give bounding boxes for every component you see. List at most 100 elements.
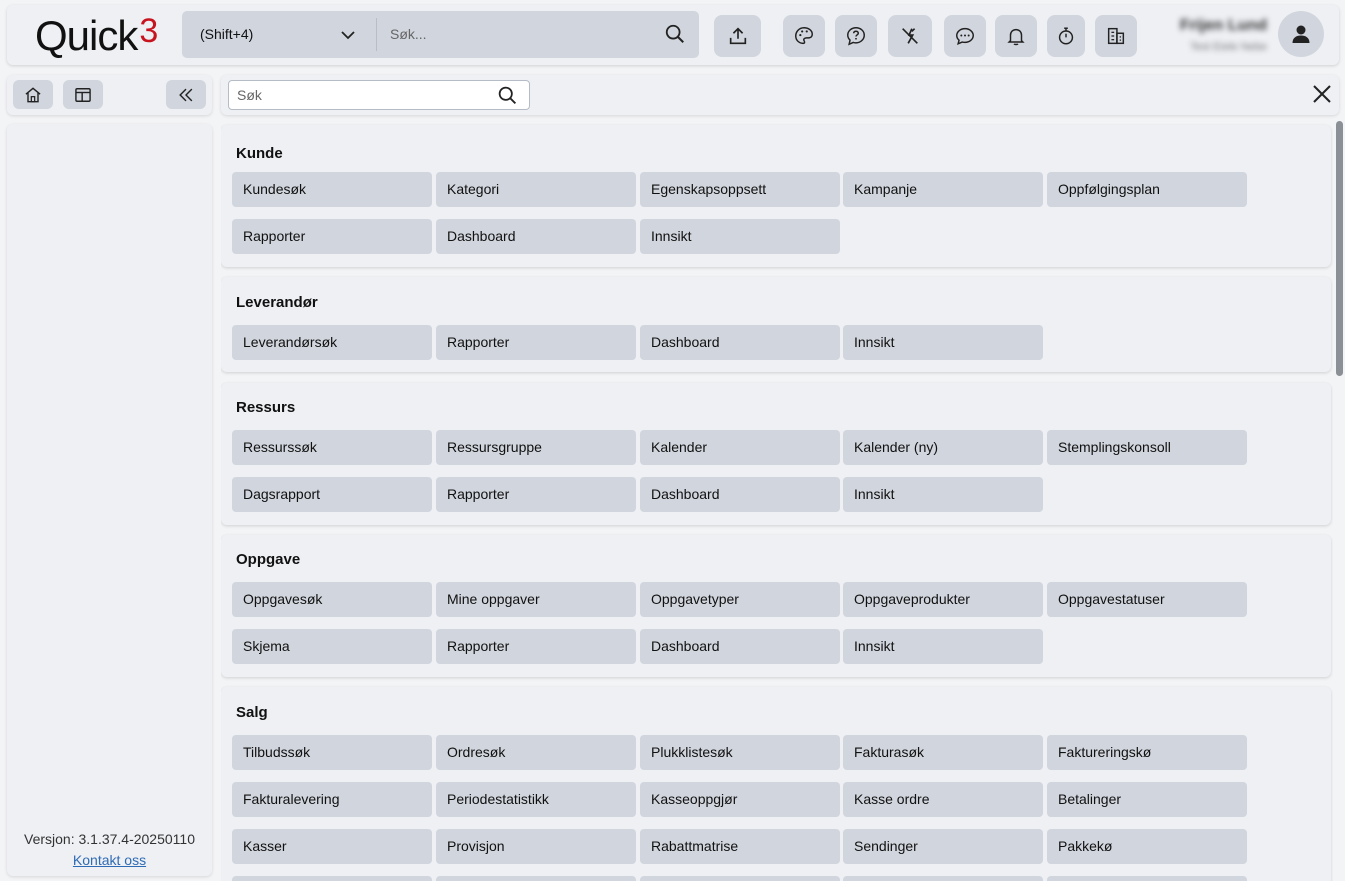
menu-tile[interactable]: Betalinger bbox=[1047, 782, 1247, 817]
logo-text: Quick bbox=[35, 12, 138, 59]
chevron-down-icon[interactable] bbox=[340, 27, 356, 43]
section-title: Kunde bbox=[236, 145, 283, 162]
menu-tile[interactable]: Kasser bbox=[232, 829, 432, 864]
collapse-sidebar-button[interactable] bbox=[166, 80, 206, 109]
menu-tile[interactable]: Innsikt bbox=[843, 477, 1043, 512]
top-bar: Quick3 (Shift+4) Søk... Frijen Lund Test… bbox=[7, 5, 1339, 65]
menu-tile[interactable] bbox=[436, 876, 636, 881]
menu-tile[interactable]: Dashboard bbox=[436, 219, 636, 254]
menu-tile[interactable]: Periodestatistikk bbox=[436, 782, 636, 817]
layout-panel-icon bbox=[75, 87, 91, 102]
menu-tile[interactable]: Ressurssøk bbox=[232, 430, 432, 465]
menu-header: Søk bbox=[221, 75, 1339, 115]
disconnect-button[interactable] bbox=[888, 15, 932, 57]
user-icon bbox=[1292, 25, 1310, 43]
menu-tile[interactable]: Egenskapsoppsett bbox=[640, 172, 840, 207]
menu-search-input[interactable]: Søk bbox=[228, 80, 530, 110]
menu-content: Kunde Kundesøk Kategori Egenskapsoppsett… bbox=[221, 121, 1333, 881]
sidebar-toolbar bbox=[7, 75, 212, 115]
menu-tile[interactable]: Dashboard bbox=[640, 325, 840, 360]
menu-tile[interactable]: Kasse ordre bbox=[843, 782, 1043, 817]
version-label: Versjon: 3.1.37.4-20250110 bbox=[24, 831, 195, 847]
unplug-icon bbox=[902, 28, 918, 44]
menu-tile[interactable]: Oppgavestatuser bbox=[1047, 582, 1247, 617]
quick3-logo[interactable]: Quick3 bbox=[35, 12, 158, 62]
sidebar: Versjon: 3.1.37.4-20250110 Kontakt oss bbox=[7, 124, 212, 876]
menu-tile[interactable]: Leverandørsøk bbox=[232, 325, 432, 360]
menu-tile[interactable]: Faktureringskø bbox=[1047, 735, 1247, 770]
section-title: Ressurs bbox=[236, 399, 296, 416]
menu-tile[interactable]: Innsikt bbox=[843, 325, 1043, 360]
menu-tile[interactable]: Provisjon bbox=[436, 829, 636, 864]
logo-superscript: 3 bbox=[139, 12, 158, 50]
section-title: Oppgave bbox=[236, 551, 301, 568]
menu-tile[interactable]: Rapporter bbox=[436, 477, 636, 512]
home-icon bbox=[25, 86, 41, 102]
home-button[interactable] bbox=[13, 80, 53, 109]
avatar[interactable] bbox=[1278, 11, 1324, 57]
section-title: Salg bbox=[236, 704, 268, 721]
menu-tile[interactable]: Dashboard bbox=[640, 629, 840, 664]
menu-tile[interactable]: Fakturalevering bbox=[232, 782, 432, 817]
timer-button[interactable] bbox=[1047, 15, 1085, 57]
menu-tile[interactable]: Rapporter bbox=[436, 325, 636, 360]
chat-icon bbox=[956, 27, 974, 46]
menu-tile[interactable]: Plukklistesøk bbox=[640, 735, 840, 770]
chat-button[interactable] bbox=[944, 15, 986, 57]
menu-tile[interactable] bbox=[843, 876, 1043, 881]
menu-tile[interactable]: Ordresøk bbox=[436, 735, 636, 770]
user-name: Frijen Lund bbox=[1179, 17, 1267, 34]
menu-tile[interactable]: Dashboard bbox=[640, 477, 840, 512]
menu-tile[interactable]: Oppfølgingsplan bbox=[1047, 172, 1247, 207]
notifications-button[interactable] bbox=[995, 15, 1037, 57]
menu-tile[interactable]: Ressursgruppe bbox=[436, 430, 636, 465]
menu-tile[interactable]: Rabattmatrise bbox=[640, 829, 840, 864]
menu-tile[interactable]: Kundesøk bbox=[232, 172, 432, 207]
scrollbar-thumb[interactable] bbox=[1336, 121, 1343, 376]
menu-tile[interactable]: Innsikt bbox=[843, 629, 1043, 664]
menu-tile[interactable]: Sendinger bbox=[843, 829, 1043, 864]
upload-icon bbox=[729, 27, 746, 45]
panel-layout-button[interactable] bbox=[63, 80, 103, 109]
close-icon[interactable] bbox=[1311, 83, 1333, 105]
section-oppgave: Oppgave Oppgavesøk Mine oppgaver Oppgave… bbox=[221, 535, 1331, 677]
help-icon bbox=[847, 27, 865, 46]
menu-tile[interactable] bbox=[640, 876, 840, 881]
menu-tile[interactable]: Mine oppgaver bbox=[436, 582, 636, 617]
section-leverandor: Leverandør Leverandørsøk Rapporter Dashb… bbox=[221, 277, 1331, 372]
divider bbox=[376, 18, 377, 51]
theme-button[interactable] bbox=[783, 15, 825, 57]
menu-tile[interactable]: Kalender bbox=[640, 430, 840, 465]
company-button[interactable] bbox=[1095, 15, 1137, 57]
menu-tile[interactable]: Tilbudssøk bbox=[232, 735, 432, 770]
help-button[interactable] bbox=[835, 15, 877, 57]
global-search: (Shift+4) Søk... bbox=[182, 11, 699, 58]
menu-tile[interactable]: Oppgavesøk bbox=[232, 582, 432, 617]
menu-tile[interactable]: Fakturasøk bbox=[843, 735, 1043, 770]
menu-tile[interactable]: Kampanje bbox=[843, 172, 1043, 207]
menu-tile[interactable]: Oppgavetyper bbox=[640, 582, 840, 617]
menu-tile[interactable]: Kasseoppgjør bbox=[640, 782, 840, 817]
menu-tile[interactable] bbox=[1047, 876, 1247, 881]
search-icon[interactable] bbox=[664, 23, 686, 45]
menu-tile[interactable]: Dagsrapport bbox=[232, 477, 432, 512]
menu-tile[interactable]: Innsikt bbox=[640, 219, 840, 254]
search-icon[interactable] bbox=[497, 85, 518, 106]
palette-icon bbox=[795, 27, 813, 45]
menu-tile[interactable]: Oppgaveprodukter bbox=[843, 582, 1043, 617]
menu-tile[interactable]: Stemplingskonsoll bbox=[1047, 430, 1247, 465]
menu-tile[interactable]: Kalender (ny) bbox=[843, 430, 1043, 465]
section-kunde: Kunde Kundesøk Kategori Egenskapsoppsett… bbox=[221, 125, 1331, 267]
timer-icon bbox=[1058, 27, 1074, 45]
menu-tile[interactable]: Kategori bbox=[436, 172, 636, 207]
menu-tile[interactable]: Rapporter bbox=[436, 629, 636, 664]
menu-tile[interactable] bbox=[232, 876, 432, 881]
section-salg: Salg Tilbudssøk Ordresøk Plukklistesøk F… bbox=[221, 687, 1331, 881]
upload-button[interactable] bbox=[714, 15, 761, 57]
contact-link[interactable]: Kontakt oss bbox=[7, 852, 212, 868]
menu-tile[interactable]: Pakkekø bbox=[1047, 829, 1247, 864]
search-scope-select[interactable]: (Shift+4) bbox=[200, 26, 253, 42]
global-search-input[interactable]: Søk... bbox=[390, 26, 427, 42]
menu-tile[interactable]: Rapporter bbox=[232, 219, 432, 254]
menu-tile[interactable]: Skjema bbox=[232, 629, 432, 664]
